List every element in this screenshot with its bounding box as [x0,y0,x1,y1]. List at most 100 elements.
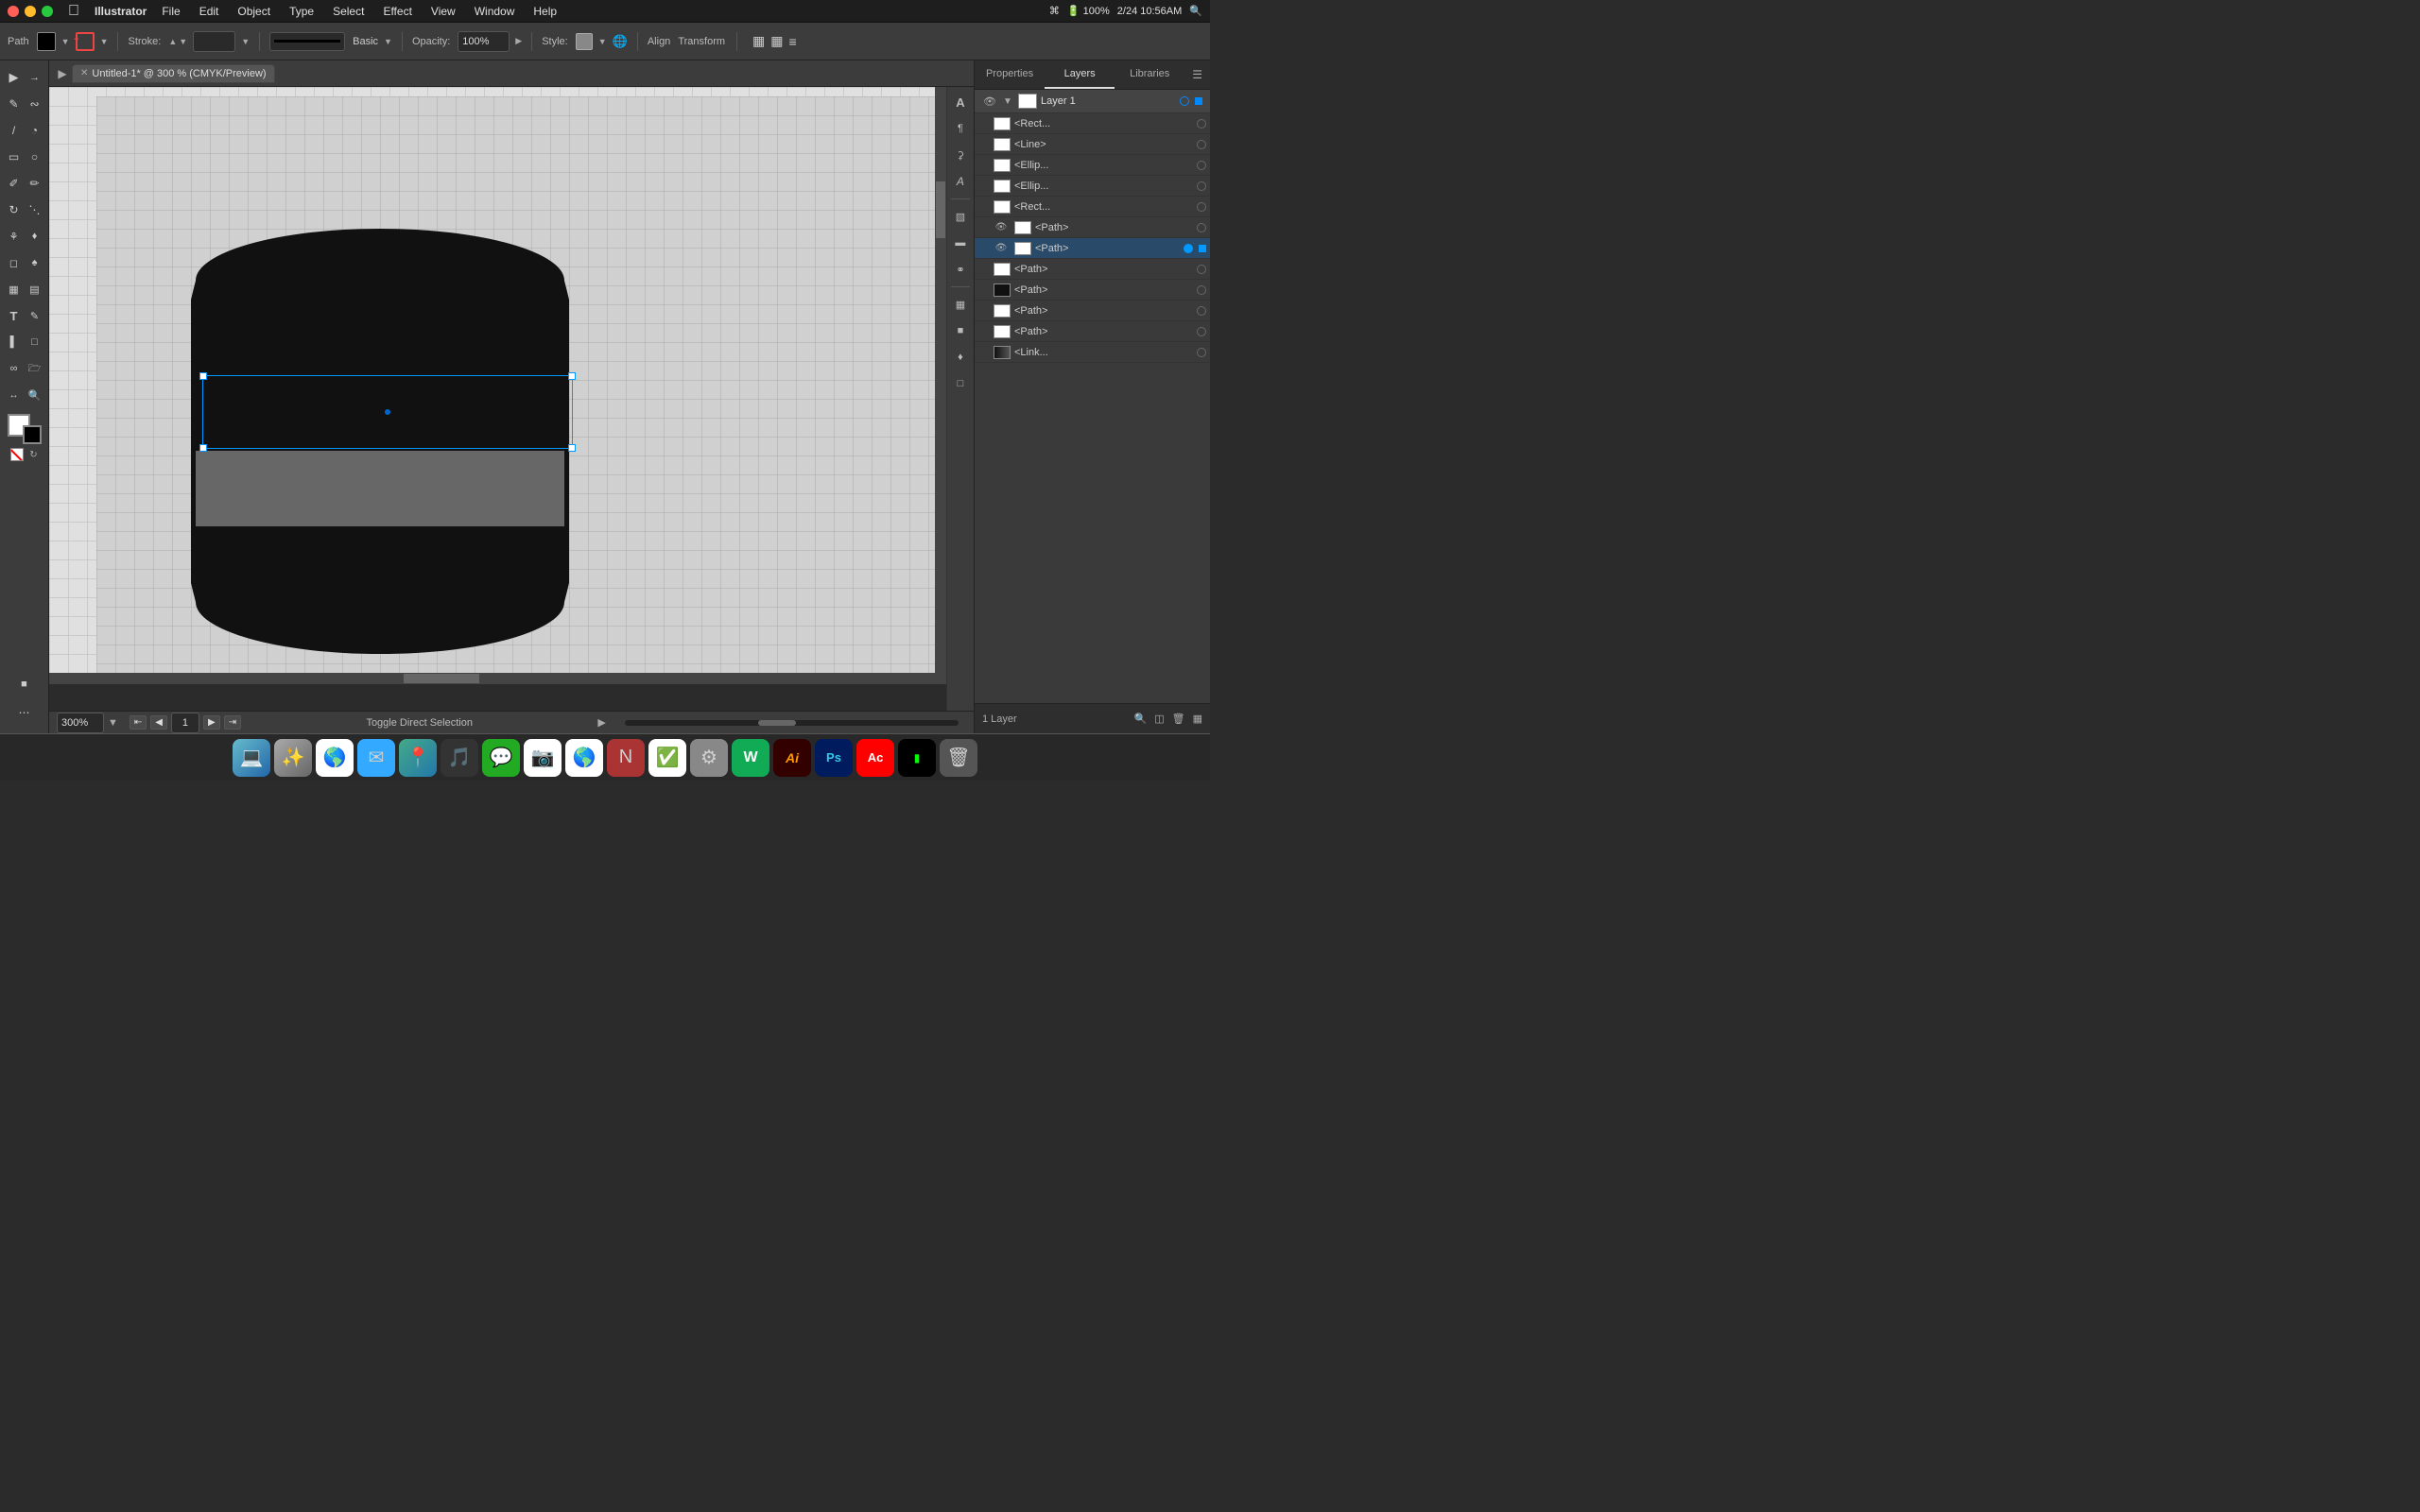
stroke-up-arrow[interactable]: ▲ [168,37,177,46]
shaper-tool[interactable]: ♠ [25,249,45,276]
blend-tool[interactable]: ∞ [4,355,25,382]
menu-select[interactable]: Select [329,5,368,18]
dock-safari[interactable]: 🌎 [316,739,354,777]
dock-photos[interactable]: 📷 [524,739,562,777]
more-options-icon[interactable]: ≡ [789,34,797,49]
char-style-icon[interactable]: A [949,91,972,113]
dock-maps[interactable]: 📍 [399,739,437,777]
dock-music[interactable]: 🎵 [441,739,478,777]
layer-item-7[interactable]: <Path> [975,259,1210,280]
chart-tool[interactable]: ▦ [4,276,25,302]
paintbrush-tool[interactable]: ✐ [4,170,25,197]
curvature-tool[interactable]: ∾ [25,91,45,117]
horizontal-scrollbar[interactable] [49,673,935,684]
last-page-btn[interactable]: ⇥ [224,715,241,730]
select-tool[interactable]: ▶ [4,64,25,91]
ellipse-tool[interactable]: ○ [25,144,45,170]
opacity-dropdown[interactable]: ▶ [515,36,522,46]
tab-properties[interactable]: Properties [975,60,1045,89]
item-eye-5[interactable]: 👁 [994,222,1009,232]
menu-file[interactable]: File [158,5,183,18]
swap-colors-icon[interactable]: ↻ [29,450,37,460]
group-icon[interactable]: □ [949,372,972,395]
layer-item-0[interactable]: <Rect... [975,113,1210,134]
stroke-unit-dropdown[interactable]: ▼ [241,37,250,46]
layer-item-3[interactable]: <Ellip... [975,176,1210,197]
layer-item-1[interactable]: <Line> [975,134,1210,155]
item-target-8[interactable] [1197,285,1206,295]
item-target-2[interactable] [1197,161,1206,170]
bar-chart[interactable]: ▤ [25,276,45,302]
color-guide-icon[interactable]: ▬ [949,232,972,254]
item-target-10[interactable] [1197,327,1206,336]
dock-reminders[interactable]: ✅ [648,739,686,777]
vertical-scrollbar[interactable] [935,87,946,684]
scale-tool[interactable]: ⋱ [25,197,45,223]
layer-item-6[interactable]: 👁 <Path> [975,238,1210,259]
dock-nord[interactable]: N [607,739,645,777]
stroke-style-dropdown[interactable]: ▼ [384,37,392,46]
stroke-color-box[interactable] [23,425,42,444]
tab-layers[interactable]: Layers [1045,60,1115,89]
arrange-icon[interactable]: ▦ [752,33,765,49]
stroke-value-input[interactable] [193,31,235,52]
scroll-handle[interactable] [758,720,796,726]
delete-layer-icon[interactable]: 🗑 [1172,713,1185,725]
menu-window[interactable]: Window [471,5,519,18]
prev-page-btn[interactable]: ◀ [150,715,167,730]
item-target-4[interactable] [1197,202,1206,212]
menu-type[interactable]: Type [285,5,318,18]
layer-item-8[interactable]: <Path> [975,280,1210,301]
pencil-tool[interactable]: ✏ [25,170,45,197]
dock-word[interactable]: W [732,739,769,777]
horizontal-scroll-area[interactable] [625,720,959,726]
dock-chrome[interactable]: 🌎 [565,739,603,777]
panel-options-icon[interactable]: ☰ [1184,60,1210,89]
rect-tool[interactable]: ▭ [4,144,25,170]
opacity-input[interactable] [458,31,510,52]
menu-effect[interactable]: Effect [379,5,415,18]
tab-libraries[interactable]: Libraries [1115,60,1184,89]
eyedropper-tool[interactable]: 🗁 [25,355,45,382]
dock-messages[interactable]: 💬 [482,739,520,777]
layer-name[interactable]: Layer 1 [1041,95,1176,107]
touch-type-tool[interactable]: ✎ [25,302,45,329]
image-trace-icon[interactable]: ♦ [949,346,972,369]
item-eye-6[interactable]: 👁 [994,243,1009,253]
eyedropper-right-icon[interactable]: ⚳ [949,144,972,166]
transform-right-icon[interactable]: ▦ [949,293,972,316]
align-right-icon[interactable]: ▧ [949,205,972,228]
char-panel-icon[interactable]: A [949,170,972,193]
item-target-1[interactable] [1197,140,1206,149]
layer-visibility-toggle[interactable]: 👁 [982,95,997,108]
layer-options-icon[interactable]: ▦ [1193,713,1202,725]
gradient-tool[interactable]: ▌ [4,329,25,355]
menu-object[interactable]: Object [233,5,274,18]
minimize-button[interactable] [25,6,36,17]
zoom-dropdown[interactable]: ▼ [108,717,118,729]
arc-tool[interactable]: ◔ [25,117,45,144]
stroke-down-arrow[interactable]: ▼ [179,37,187,46]
free-transform[interactable]: ◻ [4,249,25,276]
artboards-panel-icon[interactable]: ■ [6,671,43,697]
apple-menu[interactable]:  [68,3,79,20]
fill-color-swatch[interactable] [37,32,56,51]
more-tools-icon[interactable]: ⋯ [6,699,43,726]
layer-item-5[interactable]: 👁 <Path> [975,217,1210,238]
layer-item-2[interactable]: <Ellip... [975,155,1210,176]
recolor-icon[interactable]: ⚭ [949,258,972,281]
vertical-scroll-thumb[interactable] [936,181,945,238]
layer-item-4[interactable]: <Rect... [975,197,1210,217]
dock-trash[interactable]: 🗑 [940,739,977,777]
search-layers-icon[interactable]: 🔍 [1134,713,1148,725]
fill-dropdown-arrow[interactable]: ▼ [61,37,70,46]
add-layer-icon[interactable]: ◫ [1154,713,1164,725]
menu-view[interactable]: View [427,5,459,18]
panel-toggle-btn[interactable]: ▶ [53,64,72,83]
style-dropdown[interactable]: ▼ [598,37,607,46]
layer-target-dot[interactable] [1180,96,1189,106]
zoom-input[interactable]: 300% [57,713,104,733]
warp-tool[interactable]: ⚘ [4,223,25,249]
layer-item-9[interactable]: <Path> [975,301,1210,321]
style-icon[interactable]: 🌐 [613,34,628,49]
